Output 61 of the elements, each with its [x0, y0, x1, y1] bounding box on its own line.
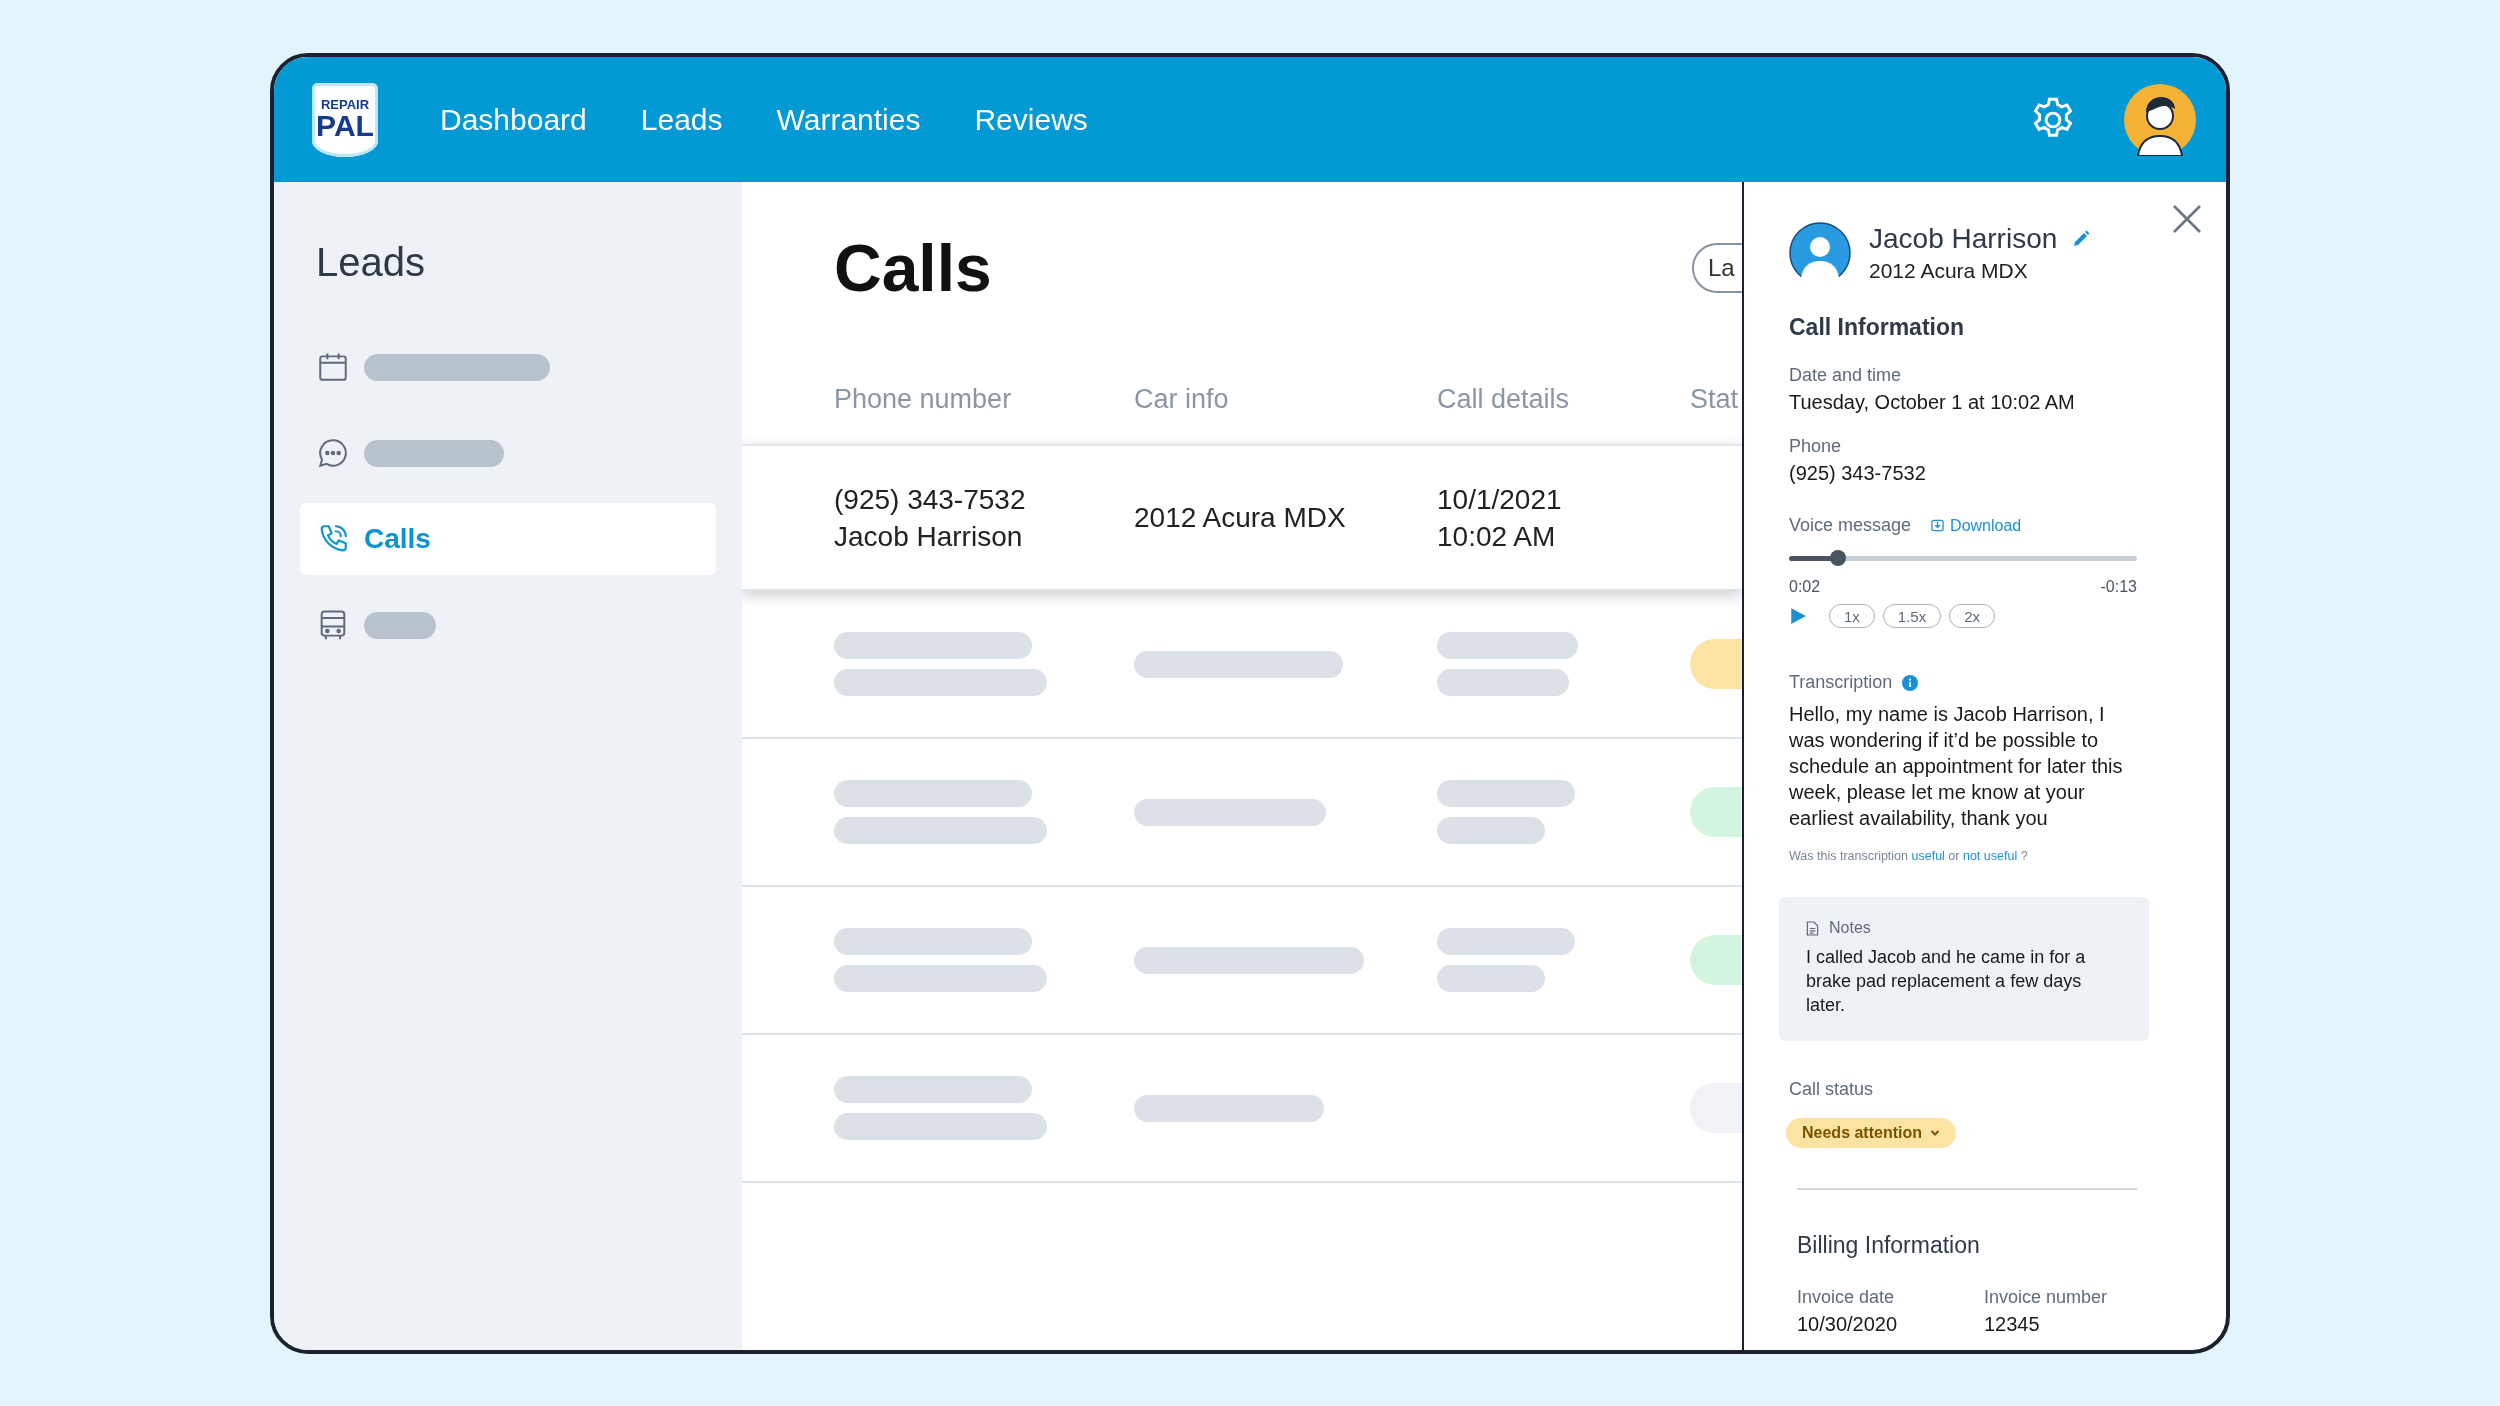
elapsed-time: 0:02 — [1789, 578, 1821, 596]
remaining-time: -0:13 — [2100, 578, 2137, 596]
field-label: Call status — [1789, 1079, 1875, 1100]
play-icon[interactable] — [1789, 607, 1807, 625]
chevron-icon — [1930, 1128, 1940, 1138]
speed-button[interactable]: 2x — [1949, 604, 1996, 628]
feedback-text: Was this transcription — [1789, 849, 1909, 863]
nav-link[interactable]: Warranties — [776, 102, 921, 137]
speed-button[interactable]: 1x — [1829, 604, 1875, 628]
contact-name: Jacob Harrison — [1869, 223, 2058, 255]
field-value: (925) 343-7532 — [1789, 462, 1927, 485]
feedback-text: ? — [2020, 849, 2028, 863]
download-link[interactable]: Download — [1931, 516, 2022, 535]
contact-avatar — [1789, 222, 1851, 284]
audio-slider[interactable] — [1789, 550, 2137, 566]
column-header: Car info — [1134, 383, 1230, 415]
nav-link[interactable]: Dashboard — [440, 102, 587, 137]
field-label: Transcription — [1789, 672, 1893, 693]
status-dropdown[interactable]: Needs attention — [1786, 1118, 1956, 1148]
field-value: 10/30/2020 — [1797, 1313, 1899, 1336]
table-cell-text: 10:02 AM — [1437, 519, 1557, 554]
top-button[interactable]: La — [1692, 243, 1742, 293]
field-label: Invoice number — [1984, 1287, 2109, 1308]
field-label: Voice message — [1789, 515, 1912, 536]
page-title: Calls — [834, 230, 992, 306]
nav-link[interactable]: Leads — [640, 102, 723, 137]
feedback-link[interactable]: not useful — [1962, 849, 2018, 863]
column-header: Stat — [1690, 383, 1740, 415]
placeholder-bar — [364, 611, 436, 639]
field-value: Tuesday, October 1 at 10:02 AM — [1789, 391, 2076, 414]
table-row[interactable]: (925) 343-7532 Jacob Harrison 2012 Acura MDX 10/1/2021 10:02 AM — [742, 444, 1742, 591]
table-cell-text: 2012 Acura MDX — [1134, 501, 1347, 535]
feedback-text: or — [1948, 849, 1960, 863]
user-avatar[interactable] — [2124, 83, 2196, 156]
field-value: 12345 — [1984, 1313, 2041, 1336]
pencil-icon[interactable] — [2071, 229, 2092, 249]
close-icon[interactable] — [2172, 204, 2202, 234]
transcription-text: Hello, my name is Jacob Harrison, I was wondering if it’d be possible to schedule an appointment for later this week, please let me know at your earliest availability, thank you — [1789, 702, 2124, 831]
logo[interactable]: REPAIR PAL — [312, 82, 378, 157]
field-label: Phone — [1789, 436, 1843, 457]
nav-link[interactable]: Reviews — [974, 102, 1088, 137]
feedback-link[interactable]: useful — [1911, 849, 1945, 863]
chat-icon[interactable] — [316, 436, 350, 470]
field-label: Date and time — [1789, 365, 1903, 386]
notes-text: I called Jacob and he came in for a brake pad replacement a few days later. — [1806, 946, 2087, 1017]
table-cell-text: (925) 343-7532 — [834, 482, 1027, 517]
table-cell-text: 10/1/2021 — [1437, 482, 1563, 517]
table-cell-text: Jacob Harrison — [834, 519, 1024, 554]
sidebar-item[interactable]: Calls — [300, 503, 716, 575]
document-icon — [1806, 920, 1819, 936]
download-icon — [1931, 519, 1945, 532]
field-label: Invoice date — [1797, 1287, 1896, 1308]
vehicle-text: 2012 Acura MDX — [1869, 259, 2029, 283]
notes-label: Notes — [1829, 919, 1871, 937]
sidebar-title: Leads — [316, 240, 426, 285]
section-title: Billing Information — [1797, 1232, 1981, 1259]
column-header: Call details — [1437, 383, 1571, 415]
info-icon[interactable] — [1902, 674, 1919, 691]
section-title: Call Information — [1789, 314, 1966, 341]
column-header: Phone number — [834, 383, 1013, 415]
speed-button[interactable]: 1.5x — [1882, 604, 1942, 628]
